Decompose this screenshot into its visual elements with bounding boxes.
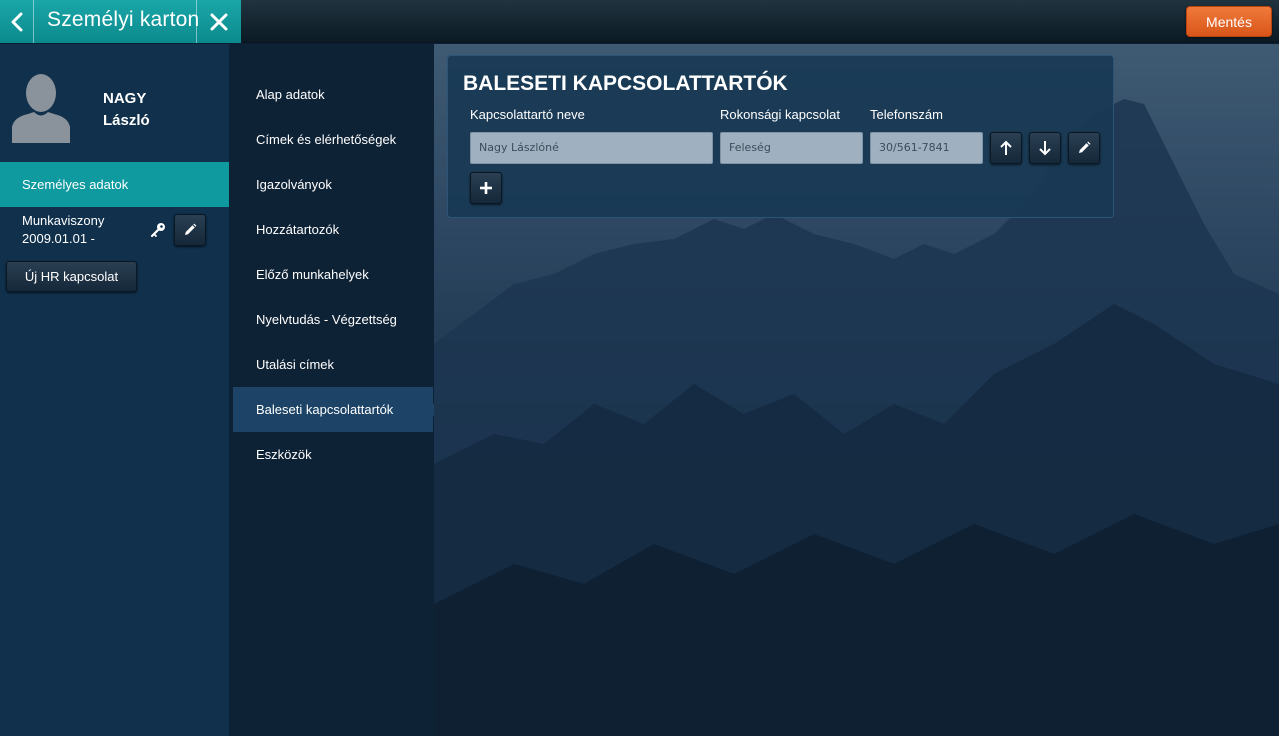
save-button[interactable]: Mentés — [1186, 6, 1272, 37]
nav-item-payment-addresses[interactable]: Utalási címek — [233, 342, 433, 387]
person-last-name: NAGY — [103, 90, 147, 107]
close-icon — [210, 13, 228, 30]
pencil-icon — [1079, 141, 1091, 153]
nav-item-basic-data[interactable]: Alap adatok — [233, 72, 433, 117]
top-bar: Személyi karton Mentés — [0, 0, 1279, 43]
person-name: NAGY László — [103, 88, 150, 132]
emergency-contacts-card: BALESETI KAPCSOLATTARTÓK Kapcsolattartó … — [447, 55, 1114, 218]
title-block: Személyi karton — [0, 0, 241, 43]
employment-date: 2009.01.01 - — [22, 231, 96, 246]
add-contact-button[interactable] — [470, 172, 502, 204]
relation-field[interactable]: Feleség — [720, 132, 863, 164]
new-hr-connection-button[interactable]: Új HR kapcsolat — [6, 261, 137, 292]
pencil-icon — [185, 223, 197, 235]
back-button[interactable] — [0, 0, 34, 43]
arrow-up-icon — [1000, 140, 1012, 155]
contact-name-field[interactable]: Nagy Lászlóné — [470, 132, 713, 164]
column-phone: Telefonszám — [870, 107, 943, 122]
nav-item-relatives[interactable]: Hozzátartozók — [233, 207, 433, 252]
employment-info: Munkaviszony 2009.01.01 - — [22, 212, 104, 248]
plus-icon — [480, 182, 492, 194]
card-title: BALESETI KAPCSOLATTARTÓK — [463, 72, 788, 95]
edit-contact-button[interactable] — [1068, 132, 1100, 164]
arrow-down-icon — [1039, 141, 1051, 156]
nav-item-previous-workplaces[interactable]: Előző munkahelyek — [233, 252, 433, 297]
chevron-left-icon — [11, 12, 22, 31]
close-button[interactable] — [196, 0, 241, 43]
left-item-personal-data[interactable]: Személyes adatok — [0, 162, 237, 207]
person-silhouette-icon — [12, 74, 70, 143]
column-contact-name: Kapcsolattartó neve — [470, 107, 585, 122]
employment-label: Munkaviszony — [22, 213, 105, 228]
key-icon[interactable] — [150, 222, 166, 238]
move-down-button[interactable] — [1029, 132, 1061, 164]
nav-item-emergency-contacts[interactable]: Baleseti kapcsolattartók — [233, 387, 439, 432]
person-first-name: László — [103, 112, 150, 129]
left-panel: NAGY László Személyes adatok Munkaviszon… — [0, 44, 237, 736]
nav-item-equipment[interactable]: Eszközök — [233, 432, 433, 477]
phone-field[interactable]: 30/561-7841 — [870, 132, 983, 164]
edit-employment-button[interactable] — [174, 214, 206, 246]
nav-item-languages-education[interactable]: Nyelvtudás - Végzettség — [233, 297, 433, 342]
nav-item-id-documents[interactable]: Igazolványok — [233, 162, 433, 207]
column-relation: Rokonsági kapcsolat — [720, 107, 840, 122]
move-up-button[interactable] — [990, 132, 1022, 164]
page-title: Személyi karton — [47, 8, 200, 31]
nav-item-addresses-contacts[interactable]: Címek és elérhetőségek — [233, 117, 433, 162]
section-nav: Alap adatok Címek és elérhetőségek Igazo… — [229, 44, 439, 736]
